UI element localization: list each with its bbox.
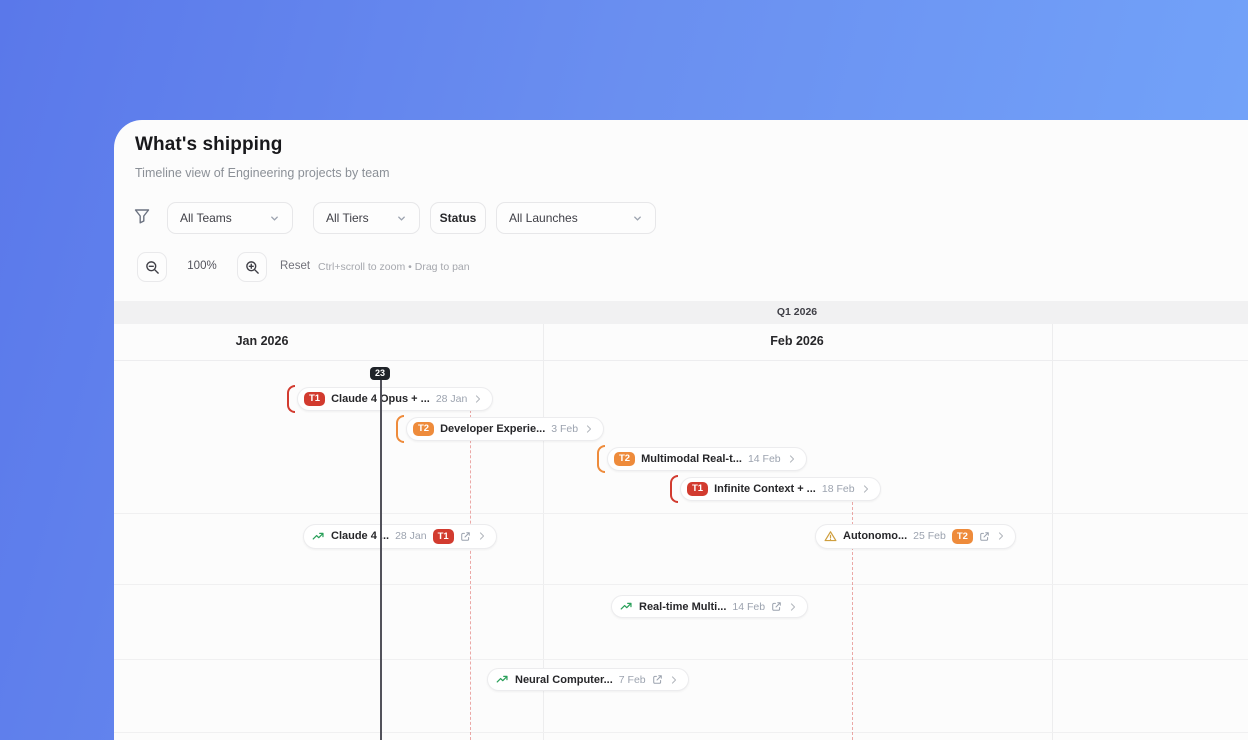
teams-filter-label: All Teams <box>180 211 232 225</box>
launch-date: 18 Feb <box>821 483 855 495</box>
launch-date: 14 Feb <box>747 453 781 465</box>
page-subtitle: Timeline view of Engineering projects by… <box>135 166 390 180</box>
filter-funnel-icon <box>134 209 150 224</box>
launch-bracket <box>597 445 605 473</box>
external-link-icon <box>652 675 662 684</box>
zoom-hint-text: Ctrl+scroll to zoom • Drag to pan <box>318 261 470 273</box>
chevron-right-icon <box>789 455 794 463</box>
tier-badge: T2 <box>614 451 636 467</box>
launch-pill[interactable]: T1 Infinite Context + ... 18 Feb <box>680 476 881 502</box>
launch-bracket <box>287 385 295 413</box>
tier-badge: T1 <box>432 529 454 544</box>
chevron-right-icon <box>791 602 796 611</box>
filter-bar: All Teams All Tiers Status All Launches <box>114 202 1248 234</box>
external-link-icon <box>980 531 989 541</box>
row-separator <box>114 732 1248 733</box>
today-marker-line <box>380 373 382 740</box>
ship-item[interactable]: Real-time Multi... 14 Feb <box>611 595 809 618</box>
launch-bracket <box>396 415 404 443</box>
tier-badge: T1 <box>687 481 709 497</box>
ship-item[interactable]: Claude 4 ... 28 Jan T1 <box>303 524 497 549</box>
today-date-badge: 23 <box>369 367 391 380</box>
chevron-down-icon <box>634 216 641 221</box>
quarter-label: Q1 2026 <box>776 306 818 318</box>
ship-item[interactable]: Autonomo... 25 Feb T2 <box>815 524 1016 549</box>
launch-name: Multimodal Real-t... <box>641 453 742 465</box>
external-link-icon <box>460 531 470 541</box>
launch-item[interactable]: T1 Claude 4 Opus + ... 28 Jan <box>287 385 494 413</box>
reset-zoom-button[interactable]: Reset <box>280 260 310 272</box>
chevron-down-icon <box>271 216 278 221</box>
tier-badge: T2 <box>951 529 973 544</box>
month-label: Feb 2026 <box>770 334 824 348</box>
chevron-right-icon <box>998 532 1003 540</box>
chevron-right-icon <box>587 425 592 433</box>
launch-name: Infinite Context + ... <box>714 483 816 495</box>
zoom-in-button[interactable] <box>237 252 267 282</box>
zoom-out-icon <box>145 260 159 274</box>
tiers-filter-label: All Tiers <box>326 211 369 225</box>
launch-pill[interactable]: T2 Multimodal Real-t... 14 Feb <box>607 446 807 472</box>
chevron-right-icon <box>671 675 676 684</box>
warning-icon <box>824 530 837 541</box>
launch-item[interactable]: T2 Developer Experie... 3 Feb <box>396 415 605 443</box>
launch-date-line <box>470 410 471 740</box>
ship-item[interactable]: Neural Computer... 7 Feb <box>487 668 689 691</box>
launch-item[interactable]: T2 Multimodal Real-t... 14 Feb <box>597 445 807 473</box>
ship-name: Autonomo... <box>843 530 908 543</box>
month-header-row: Jan 2026 Feb 2026 <box>114 324 1248 361</box>
ship-pill[interactable]: Real-time Multi... 14 Feb <box>611 595 809 618</box>
zoom-in-icon <box>245 260 259 274</box>
ship-date: 14 Feb <box>732 600 766 613</box>
zoom-out-button[interactable] <box>137 252 167 282</box>
row-separator <box>114 659 1248 660</box>
row-separator <box>114 513 1248 514</box>
ship-name: Neural Computer... <box>515 673 613 686</box>
launch-pill[interactable]: T2 Developer Experie... 3 Feb <box>406 416 605 442</box>
ship-date: 7 Feb <box>618 673 646 686</box>
launches-filter-dropdown[interactable]: All Launches <box>496 202 656 234</box>
ship-date: 28 Jan <box>395 530 427 543</box>
ship-date: 25 Feb <box>913 530 946 543</box>
timeline-canvas[interactable]: 23 T1 Claude 4 Opus + ... 28 Jan T2 Develope… <box>114 361 1248 740</box>
tier-badge: T1 <box>304 391 326 407</box>
ship-pill[interactable]: Autonomo... 25 Feb T2 <box>815 524 1016 549</box>
launch-date: 3 Feb <box>551 423 579 435</box>
ship-pill[interactable]: Claude 4 ... 28 Jan T1 <box>303 524 497 549</box>
launch-name: Developer Experie... <box>440 423 546 435</box>
tiers-filter-dropdown[interactable]: All Tiers <box>313 202 420 234</box>
trending-up-icon <box>496 675 508 683</box>
external-link-icon <box>772 602 781 611</box>
launches-filter-label: All Launches <box>509 211 578 225</box>
chevron-right-icon <box>476 395 481 403</box>
page-background: { "header": { "title": "What's shipping"… <box>0 0 1248 740</box>
teams-filter-dropdown[interactable]: All Teams <box>167 202 293 234</box>
launch-pill[interactable]: T1 Claude 4 Opus + ... 28 Jan <box>297 386 494 412</box>
status-filter-button[interactable]: Status <box>430 202 486 234</box>
quarter-header: Q1 2026 <box>114 301 1248 324</box>
whats-shipping-panel: What's shipping Timeline view of Enginee… <box>114 120 1248 740</box>
zoom-level: 100% <box>187 260 217 272</box>
trending-up-icon <box>620 602 632 610</box>
zoom-toolbar: 100% Reset Ctrl+scroll to zoom • Drag to… <box>114 252 1248 282</box>
launch-bracket <box>670 475 678 503</box>
row-separator <box>114 584 1248 585</box>
chevron-right-icon <box>863 485 868 493</box>
status-filter-label: Status <box>439 211 477 225</box>
ship-pill[interactable]: Neural Computer... 7 Feb <box>487 668 689 691</box>
page-title: What's shipping <box>135 134 283 155</box>
month-label: Jan 2026 <box>235 334 289 348</box>
ship-name: Real-time Multi... <box>639 600 727 613</box>
launch-date: 28 Jan <box>435 393 468 405</box>
trending-up-icon <box>312 532 324 540</box>
tier-badge: T2 <box>413 421 435 437</box>
chevron-down-icon <box>398 216 405 221</box>
chevron-right-icon <box>479 532 484 540</box>
launch-item[interactable]: T1 Infinite Context + ... 18 Feb <box>670 475 881 503</box>
